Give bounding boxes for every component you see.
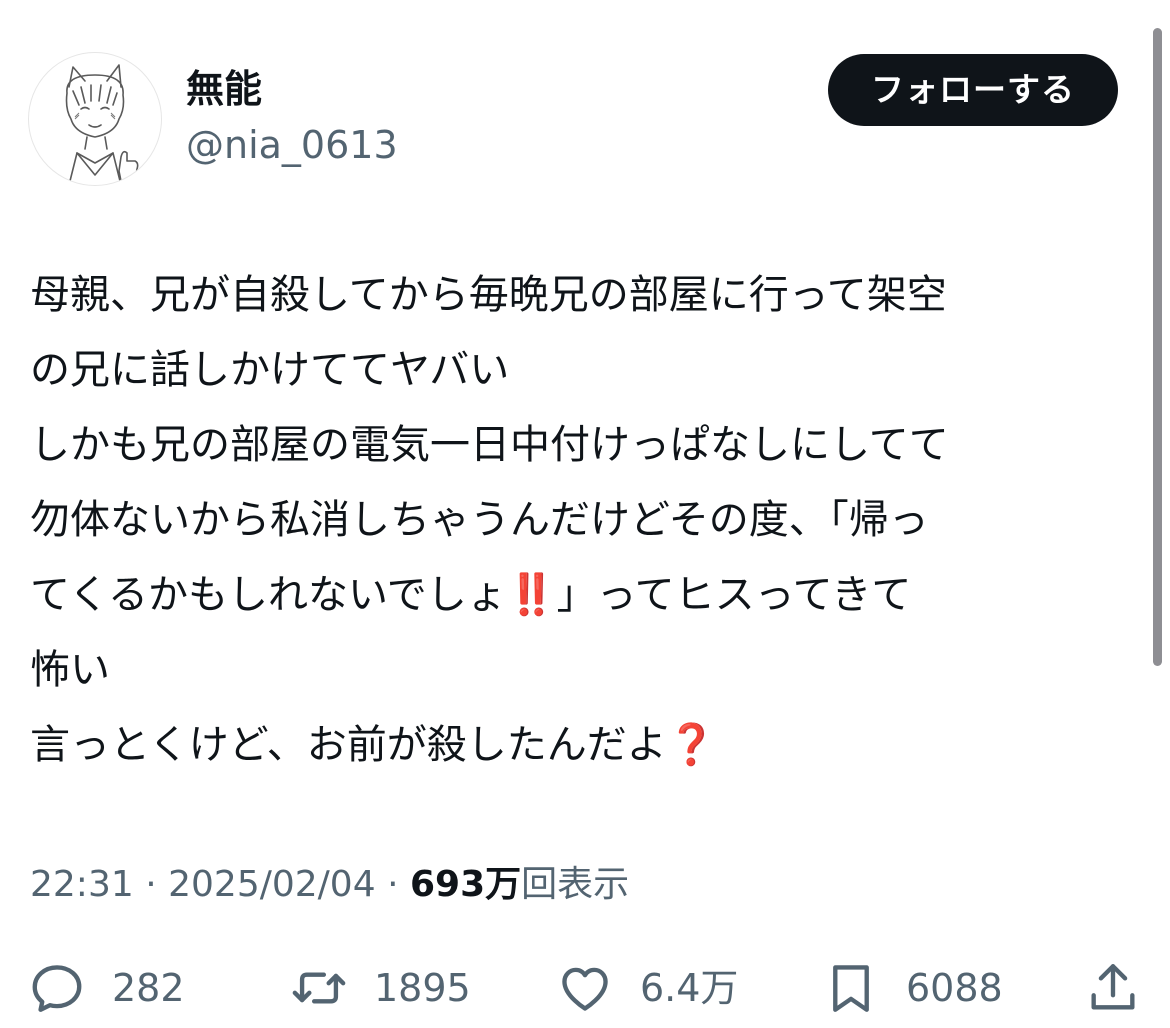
tweet-text-line: の兄に話しかけててヤバい [30, 347, 510, 393]
scrollbar[interactable] [1153, 28, 1162, 666]
tweet-time[interactable]: 22:31 [30, 864, 134, 905]
reply-icon [32, 965, 82, 1012]
tweet-text-line: 言っとくけど、お前が殺したんだよ❓ [30, 722, 717, 768]
like-button[interactable]: 6.4万 [556, 958, 738, 1018]
tweet-text: 母親、兄が自殺してから毎晩兄の部屋に行って架空 の兄に話しかけててヤバい しかも… [30, 258, 1140, 783]
like-icon [562, 967, 608, 1011]
share-button[interactable] [1084, 958, 1142, 1018]
retweet-button[interactable]: 1895 [290, 958, 471, 1018]
retweet-count: 1895 [374, 966, 471, 1010]
tweet-text-line: てくるかもしれないでしょ‼️」ってヒスってきて [30, 572, 912, 618]
follow-button[interactable]: フォローする [828, 54, 1118, 126]
cat-boy-avatar-icon [65, 64, 139, 185]
reply-count: 282 [112, 966, 185, 1010]
view-count-label: 回表示 [521, 864, 630, 905]
like-count: 6.4万 [640, 966, 739, 1010]
tweet-date[interactable]: 2025/02/04 [168, 864, 376, 905]
retweet-icon [292, 972, 346, 1004]
view-count: 693万 [409, 864, 522, 905]
tweet-text-line: しかも兄の部屋の電気一日中付けっぱなしにしてて [30, 422, 949, 468]
author-avatar[interactable] [28, 52, 162, 186]
share-icon [1091, 964, 1135, 1010]
reply-button[interactable]: 282 [28, 958, 185, 1018]
bookmark-count: 6088 [906, 966, 1003, 1010]
bookmark-button[interactable]: 6088 [822, 958, 1003, 1018]
author-handle[interactable]: @nia_0613 [186, 120, 398, 170]
author-display-name[interactable]: 無能 [186, 64, 262, 114]
bookmark-icon [833, 965, 869, 1012]
tweet-text-line: 勿体ないから私消しちゃうんだけどその度、「帰っ [30, 497, 929, 543]
tweet-text-line: 怖い [30, 647, 110, 693]
meta-separator: · [145, 864, 157, 905]
meta-separator: · [387, 864, 399, 905]
tweet-meta: 22:31 · 2025/02/04 · 693万回表示 [30, 860, 629, 910]
tweet-text-line: 母親、兄が自殺してから毎晩兄の部屋に行って架空 [30, 272, 947, 318]
